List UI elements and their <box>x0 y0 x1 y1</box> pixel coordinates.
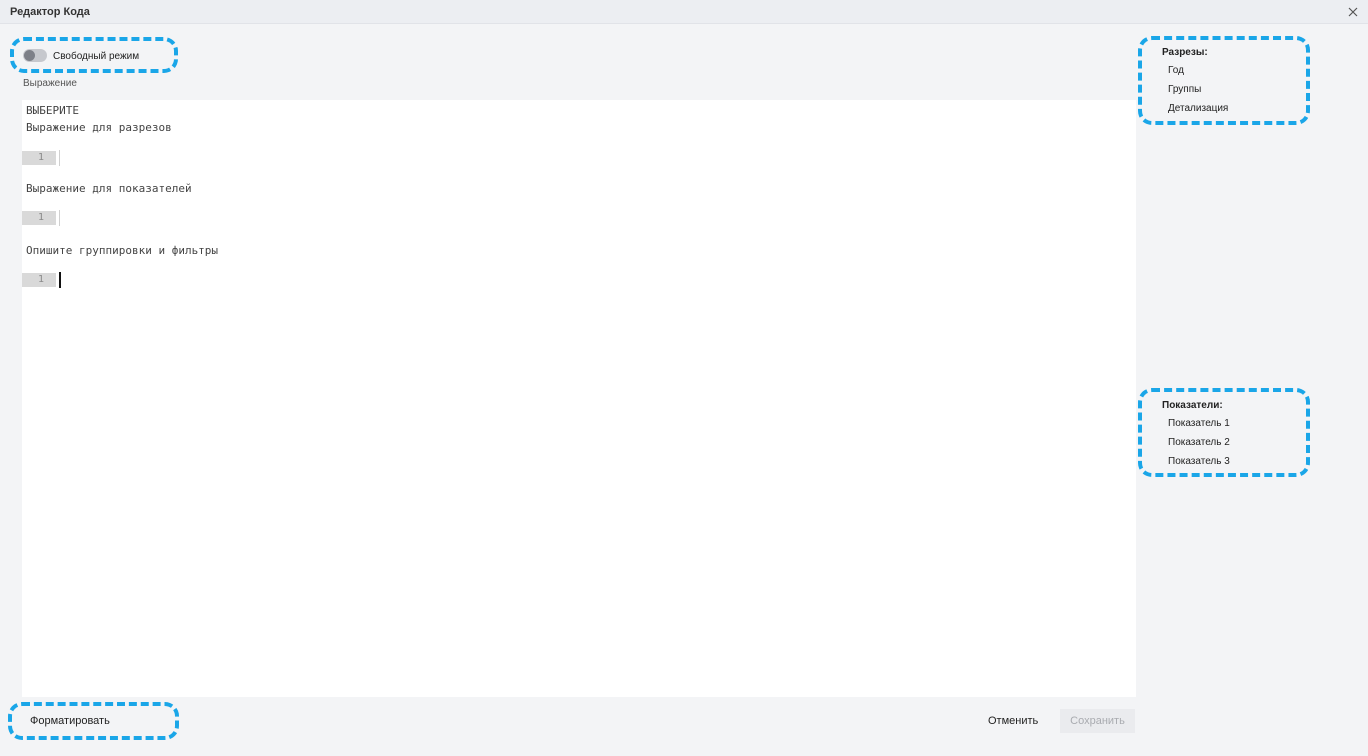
window-titlebar: Редактор Кода <box>0 0 1368 24</box>
close-icon <box>1348 7 1358 17</box>
measure-item-1[interactable]: Показатель 1 <box>1168 418 1230 429</box>
select-keyword: ВЫБЕРИТЕ <box>26 104 79 117</box>
measures-expression-title: Выражение для показателей <box>26 182 192 195</box>
dimensions-title: Разрезы: <box>1162 47 1208 58</box>
line-number: 1 <box>22 211 56 225</box>
dimensions-expression-input[interactable] <box>59 150 1129 166</box>
measures-title: Показатели: <box>1162 400 1223 411</box>
dimension-item-year[interactable]: Год <box>1168 65 1184 76</box>
dimension-item-detail[interactable]: Детализация <box>1168 103 1228 114</box>
format-button[interactable]: Форматировать <box>30 715 110 727</box>
measure-item-2[interactable]: Показатель 2 <box>1168 437 1230 448</box>
code-editor[interactable]: ВЫБЕРИТЕ Выражение для разрезов 1 Выраже… <box>22 100 1136 697</box>
expression-label: Выражение <box>23 78 77 89</box>
line-number: 1 <box>22 273 56 287</box>
measure-item-3[interactable]: Показатель 3 <box>1168 456 1230 467</box>
free-mode-toggle[interactable] <box>23 49 47 62</box>
filters-expression-input[interactable] <box>59 272 1129 288</box>
filters-expression-title: Опишите группировки и фильтры <box>26 244 219 257</box>
line-number: 1 <box>22 151 56 165</box>
dimension-item-groups[interactable]: Группы <box>1168 84 1201 95</box>
measures-expression-input[interactable] <box>59 210 1129 226</box>
window-title: Редактор Кода <box>10 6 90 18</box>
toggle-knob <box>24 50 35 61</box>
cancel-button[interactable]: Отменить <box>988 715 1038 727</box>
free-mode-label: Свободный режим <box>53 51 140 62</box>
save-button[interactable]: Сохранить <box>1060 709 1135 733</box>
dimensions-expression-title: Выражение для разрезов <box>26 121 172 134</box>
close-button[interactable] <box>1344 3 1362 21</box>
